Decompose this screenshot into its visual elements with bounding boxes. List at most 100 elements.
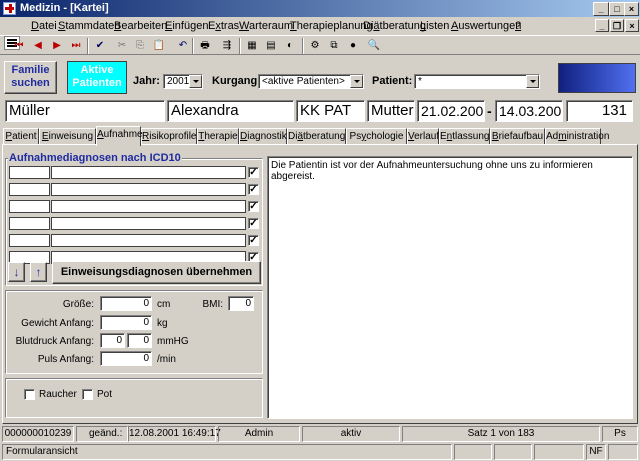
role-field[interactable]: Mutter xyxy=(367,100,415,122)
menu-item-2[interactable]: Bearbeiten xyxy=(114,20,167,32)
jahr-select[interactable]: 2001 xyxy=(163,74,203,89)
arrow-up-icon: ↑ xyxy=(35,265,42,279)
maximize-button[interactable]: □ xyxy=(609,2,625,16)
save-icon[interactable]: ✔ xyxy=(91,38,109,54)
settings-icon[interactable]: ◐ xyxy=(281,38,299,54)
tab-einweisung[interactable]: Einweisung xyxy=(39,128,96,145)
tab-administration[interactable]: Administration xyxy=(545,128,609,145)
move-down-button[interactable]: ↓ xyxy=(8,262,25,282)
menu-item-3[interactable]: Einfügen xyxy=(165,20,208,32)
diagnosis-text-field[interactable] xyxy=(51,200,246,213)
tab-briefaufbau[interactable]: Briefaufbau xyxy=(490,128,545,145)
menu-accel: ? xyxy=(515,20,522,32)
aktive-patienten-button[interactable]: Aktive Patienten xyxy=(67,61,127,94)
diagnosis-checkbox[interactable]: ✓ xyxy=(248,235,259,246)
sort-icon[interactable]: ⇶ xyxy=(218,38,236,54)
jahr-label: Jahr: xyxy=(133,75,160,87)
tab-diätberatung[interactable]: Diätberatung xyxy=(287,128,346,145)
menu-item-6[interactable]: Therapieplanung xyxy=(290,20,373,32)
menu-item-9[interactable]: Auswertungen xyxy=(451,20,521,32)
puls-field[interactable]: 0 xyxy=(100,351,152,366)
menu-item-7[interactable]: Diätberatung xyxy=(363,20,426,32)
diagnosis-checkbox[interactable]: ✓ xyxy=(248,167,259,178)
tab-therapie[interactable]: Therapie xyxy=(197,128,239,145)
tab-entlassung[interactable]: Entlassung xyxy=(439,128,490,145)
cut-icon[interactable]: ✂ xyxy=(113,38,131,54)
puls-label: Puls Anfang: xyxy=(37,354,94,365)
diagnosis-text-field[interactable] xyxy=(51,166,246,179)
minimize-button[interactable]: _ xyxy=(593,2,609,16)
groesse-field[interactable]: 0 xyxy=(100,296,152,311)
diagnosis-code-field[interactable] xyxy=(9,200,50,213)
menu-item-8[interactable]: Listen xyxy=(420,20,449,32)
diagnosis-code-field[interactable] xyxy=(9,183,50,196)
familie-suchen-button[interactable]: Familie suchen xyxy=(4,61,57,94)
document-icon[interactable]: ▤ xyxy=(262,38,280,54)
diagnosis-code-field[interactable] xyxy=(9,234,50,247)
mdi-minimize-button[interactable]: _ xyxy=(595,19,609,32)
patient-value: * xyxy=(418,76,422,87)
close-button[interactable]: × xyxy=(624,2,639,16)
kk-field[interactable]: KK PAT xyxy=(296,100,365,122)
menu-item-10[interactable]: ? xyxy=(515,20,521,32)
next-record-icon[interactable]: ▶ xyxy=(48,38,66,54)
diagnosis-checkbox[interactable]: ✓ xyxy=(248,201,259,212)
blutdruck-diastolic-field[interactable]: 0 xyxy=(127,333,152,348)
patient-card-icon[interactable]: ▦ xyxy=(243,38,261,54)
tab-diagnostik[interactable]: Diagnostik xyxy=(239,128,287,145)
diagnosis-code-field[interactable] xyxy=(9,217,50,230)
diagnosis-text-field[interactable] xyxy=(51,217,246,230)
chevron-down-icon[interactable] xyxy=(526,75,539,88)
bmi-field[interactable]: 0 xyxy=(228,296,254,311)
groesse-label: Größe: xyxy=(62,299,94,310)
toolbar-separator xyxy=(302,38,304,54)
notes-textarea[interactable]: Die Patientin ist vor der Aufnahmeunters… xyxy=(267,156,633,419)
tab-text: chologie xyxy=(366,131,404,142)
patient-number-field[interactable]: 131 xyxy=(566,100,633,122)
last-record-icon[interactable]: ⏭ xyxy=(67,38,85,54)
date-from-field[interactable]: 21.02.2001 xyxy=(417,100,485,122)
menu-item-0[interactable]: Datei xyxy=(31,20,57,32)
diagnosis-checkbox[interactable]: ✓ xyxy=(248,184,259,195)
filter-icon[interactable]: ⧉ xyxy=(325,38,343,54)
chevron-down-icon[interactable] xyxy=(189,75,202,88)
move-up-button[interactable]: ↑ xyxy=(30,262,47,282)
prev-record-icon[interactable]: ◀ xyxy=(29,38,47,54)
date-to-field[interactable]: 14.03.2001 xyxy=(495,100,563,122)
firstname-field[interactable]: Alexandra xyxy=(167,100,294,122)
kurgang-select[interactable]: <aktive Patienten> xyxy=(258,74,364,89)
patient-label: Patient: xyxy=(372,75,413,87)
mdi-close-button[interactable]: × xyxy=(625,19,639,32)
tab-verlauf[interactable]: Verlauf xyxy=(407,128,439,145)
diagnosis-code-field[interactable] xyxy=(9,166,50,179)
tab-patient[interactable]: Patient xyxy=(3,128,39,145)
tab-psychologie[interactable]: Psychologie xyxy=(346,128,407,145)
menu-item-4[interactable]: Extras xyxy=(208,20,239,32)
copy-icon[interactable]: ⎘ xyxy=(131,38,149,54)
tools-icon[interactable]: ⚙ xyxy=(306,38,324,54)
gewicht-field[interactable]: 0 xyxy=(100,315,152,330)
binoculars-icon[interactable]: 🔍 xyxy=(365,38,383,54)
einweisungsdiagnosen-uebernehmen-button[interactable]: Einweisungsdiagnosen übernehmen xyxy=(52,261,261,284)
diagnosis-checkbox[interactable]: ✓ xyxy=(248,218,259,229)
diagnosis-text-field[interactable] xyxy=(51,234,246,247)
first-record-icon[interactable]: ⏮ xyxy=(10,38,28,54)
raucher-checkbox[interactable] xyxy=(24,389,35,400)
window-title-bar[interactable]: Medizin - [Kartei] _ □ × xyxy=(0,0,640,17)
tab-risikoprofile[interactable]: Risikoprofile xyxy=(141,128,197,145)
blutdruck-systolic-field[interactable]: 0 xyxy=(100,333,125,348)
chevron-down-icon[interactable] xyxy=(350,75,363,88)
menu-item-5[interactable]: Warteraum xyxy=(239,20,293,32)
tab-aufnahme[interactable]: Aufnahme xyxy=(96,126,143,146)
paste-icon[interactable]: 📋 xyxy=(150,38,168,54)
lastname-field[interactable]: Müller xyxy=(5,100,165,122)
patient-select[interactable]: * xyxy=(414,74,540,89)
menu-item-1[interactable]: Stammdaten xyxy=(58,20,120,32)
help-icon[interactable]: ● xyxy=(344,38,362,54)
mdi-restore-button[interactable]: ❐ xyxy=(610,19,624,32)
print-icon[interactable]: 🖶 xyxy=(196,38,214,54)
menu-bar: Datei Stammdaten Bearbeiten Einfügen Extras W… xyxy=(0,17,640,50)
undo-icon[interactable]: ↶ xyxy=(174,38,192,54)
pot-checkbox[interactable] xyxy=(82,389,93,400)
diagnosis-text-field[interactable] xyxy=(51,183,246,196)
